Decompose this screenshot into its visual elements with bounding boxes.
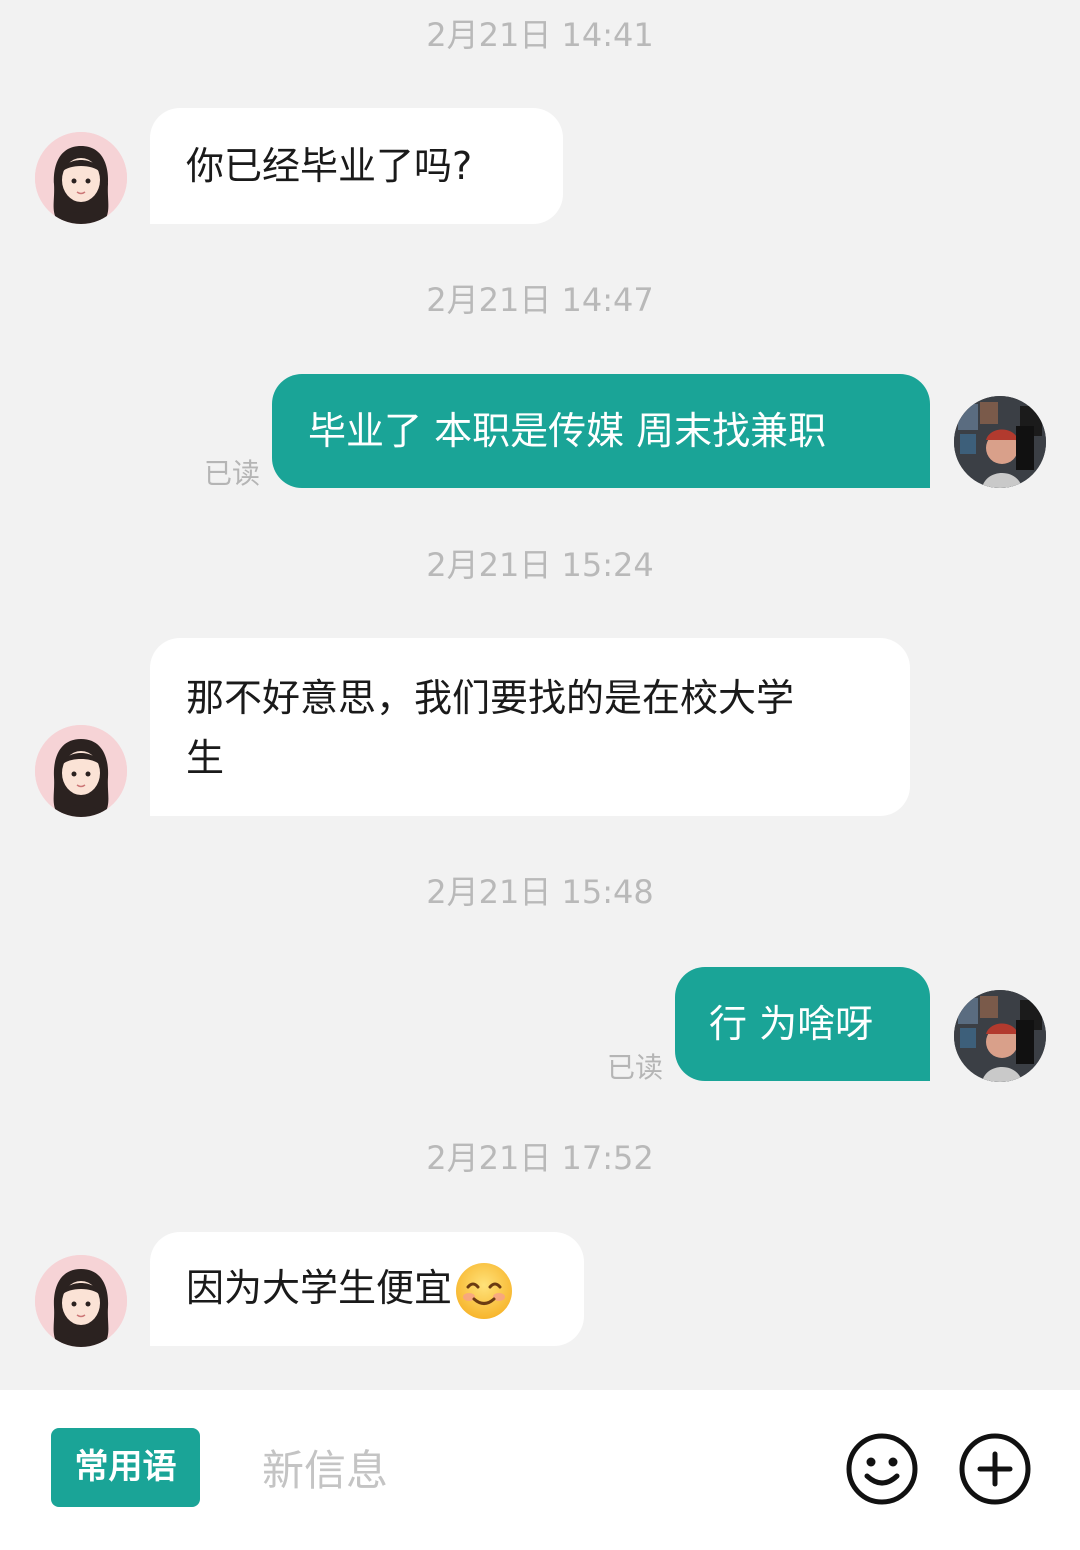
my-avatar[interactable] (954, 396, 1046, 488)
timestamp: 2月21日 14:41 (426, 16, 654, 54)
smiling-face-emoji (456, 1262, 513, 1319)
contact-avatar[interactable] (35, 725, 127, 817)
smiley-icon[interactable] (845, 1432, 919, 1506)
my-avatar[interactable] (954, 990, 1046, 1082)
message-text-line: 那不好意思，我们要找的是在校大学 (186, 676, 795, 720)
incoming-message-bubble[interactable]: 因为大学生便宜 (150, 1232, 584, 1346)
message-text: 行 为啥呀 (709, 1002, 874, 1046)
timestamp: 2月21日 14:47 (426, 281, 654, 319)
outgoing-message-bubble[interactable]: 行 为啥呀 (675, 967, 930, 1081)
contact-avatar[interactable] (35, 1255, 127, 1347)
read-status: 已读 (204, 457, 261, 490)
timestamp: 2月21日 15:24 (426, 546, 654, 584)
message-text: 因为大学生便宜 (186, 1266, 453, 1310)
outgoing-message-bubble[interactable]: 毕业了 本职是传媒 周末找兼职 (272, 374, 930, 488)
timestamp: 2月21日 15:48 (426, 873, 654, 911)
common-phrases-button[interactable]: 常用语 (51, 1428, 200, 1507)
incoming-message-bubble[interactable]: 你已经毕业了吗? (150, 108, 563, 224)
message-text: 毕业了 本职是传媒 周末找兼职 (308, 409, 827, 453)
composer-bar: 常用语 (0, 1390, 1080, 1550)
message-text-line: 生 (186, 736, 225, 780)
timestamp: 2月21日 17:52 (426, 1139, 654, 1177)
message-text: 你已经毕业了吗? (186, 144, 473, 188)
chat-area: 2月21日 14:41 你已经毕业了吗? 2月21日 14:47 已读 毕业了 … (0, 0, 1080, 1390)
incoming-message-bubble[interactable]: 那不好意思，我们要找的是在校大学 生 (150, 638, 910, 816)
plus-circle-icon[interactable] (958, 1432, 1032, 1506)
contact-avatar[interactable] (35, 132, 127, 224)
read-status: 已读 (607, 1051, 664, 1084)
message-input[interactable] (262, 1430, 802, 1510)
